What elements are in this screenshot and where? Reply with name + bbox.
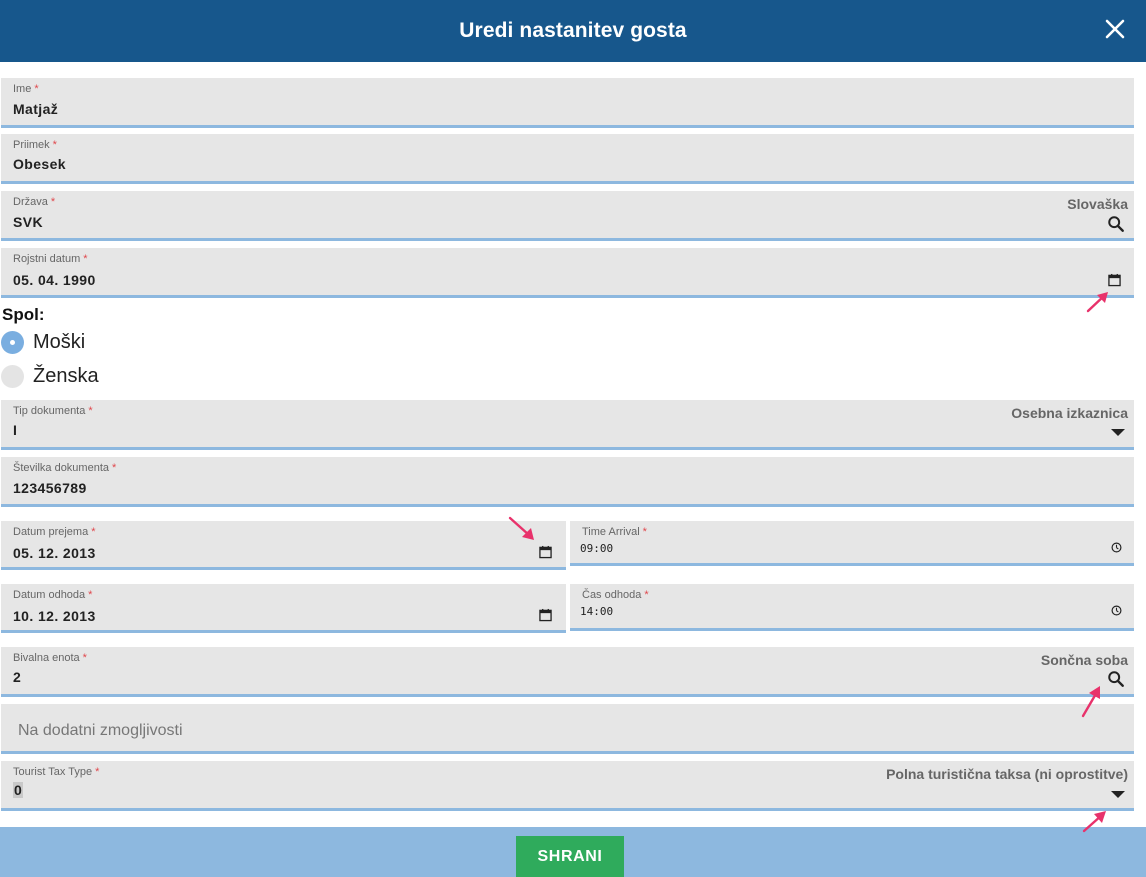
radio-button[interactable] [1, 331, 24, 354]
document-type-select[interactable]: Tip dokumenta * I Osebna izkaznica [1, 400, 1134, 450]
document-type-selected: Osebna izkaznica [1011, 405, 1128, 421]
close-icon[interactable] [1100, 14, 1130, 44]
birth-date-label: Rojstni datum * [13, 253, 88, 265]
last-name-field[interactable]: Priimek * Obesek [1, 134, 1134, 184]
departure-date-field[interactable]: Datum odhoda * 10. 12. 2013 [1, 584, 566, 633]
clock-icon[interactable] [1111, 605, 1122, 616]
document-number-value: 123456789 [13, 480, 87, 496]
dropdown-arrow-icon[interactable] [1111, 429, 1125, 437]
extra-capacity-field[interactable]: Na dodatni zmogljivosti [1, 704, 1134, 754]
clock-icon[interactable] [1111, 542, 1122, 553]
extra-capacity-placeholder: Na dodatni zmogljivosti [18, 722, 183, 739]
gender-option-label: Moški [33, 331, 86, 353]
dialog-title: Uredi nastanitev gosta [459, 19, 687, 42]
calendar-icon[interactable] [539, 608, 552, 622]
document-number-label: Številka dokumenta * [13, 462, 117, 474]
dialog-header: Uredi nastanitev gosta [0, 0, 1146, 62]
tourist-tax-type-value: 0 [13, 782, 24, 798]
birth-date-value: 05. 04. 1990 [13, 272, 96, 288]
first-name-value: Matjaž [13, 101, 59, 117]
arrival-time-field[interactable]: Time Arrival * 09:00 [570, 521, 1134, 566]
search-icon[interactable] [1107, 670, 1125, 688]
first-name-label: Ime * [13, 83, 39, 95]
departure-time-label: Čas odhoda * [582, 589, 649, 601]
accommodation-unit-label: Bivalna enota * [13, 652, 87, 664]
dropdown-arrow-icon[interactable] [1111, 791, 1125, 799]
accommodation-unit-name: Sončna soba [1040, 652, 1128, 668]
calendar-icon[interactable] [1108, 273, 1121, 287]
tourist-tax-type-label: Tourist Tax Type * [13, 766, 100, 778]
country-lookup-name: Slovaška [1067, 196, 1128, 212]
arrival-time-value: 09:00 [580, 542, 614, 555]
tourist-tax-type-select[interactable]: Tourist Tax Type * 0 Polna turistična tak… [1, 761, 1134, 811]
gender-radio-female[interactable]: Ženska [1, 365, 99, 388]
annotation-arrow-icon [1082, 811, 1106, 833]
save-button[interactable]: SHRANI [516, 836, 624, 877]
gender-radio-male[interactable]: Moški [1, 331, 85, 354]
last-name-label: Priimek * [13, 139, 57, 151]
annotation-arrow-icon [1086, 292, 1108, 313]
gender-option-label: Ženska [33, 365, 99, 387]
birth-date-field[interactable]: Rojstni datum * 05. 04. 1990 [1, 248, 1134, 298]
departure-date-value: 10. 12. 2013 [13, 608, 96, 624]
search-icon[interactable] [1107, 215, 1125, 233]
annotation-arrow-icon [508, 516, 534, 540]
document-number-field[interactable]: Številka dokumenta * 123456789 [1, 457, 1134, 507]
accommodation-unit-field[interactable]: Bivalna enota * 2 Sončna soba [1, 647, 1134, 697]
document-type-value: I [13, 422, 18, 438]
arrival-time-label: Time Arrival * [582, 526, 647, 538]
accommodation-unit-value: 2 [13, 669, 22, 685]
document-type-label: Tip dokumenta * [13, 405, 93, 417]
tourist-tax-type-selected: Polna turistična taksa (ni oprostitve) [886, 766, 1128, 782]
country-field[interactable]: Država * SVK Slovaška [1, 191, 1134, 241]
arrival-date-value: 05. 12. 2013 [13, 545, 96, 561]
departure-date-label: Datum odhoda * [13, 589, 93, 601]
country-label: Država * [13, 196, 56, 208]
country-value: SVK [13, 214, 43, 230]
gender-label: Spol: [2, 305, 45, 324]
departure-time-field[interactable]: Čas odhoda * 14:00 [570, 584, 1134, 631]
departure-time-value: 14:00 [580, 605, 614, 618]
last-name-value: Obesek [13, 156, 66, 172]
radio-button[interactable] [1, 365, 24, 388]
arrival-date-label: Datum prejema * [13, 526, 96, 538]
annotation-arrow-icon [1081, 686, 1100, 718]
calendar-icon[interactable] [539, 545, 552, 559]
arrival-date-field[interactable]: Datum prejema * 05. 12. 2013 [1, 521, 566, 570]
first-name-field[interactable]: Ime * Matjaž [1, 78, 1134, 128]
